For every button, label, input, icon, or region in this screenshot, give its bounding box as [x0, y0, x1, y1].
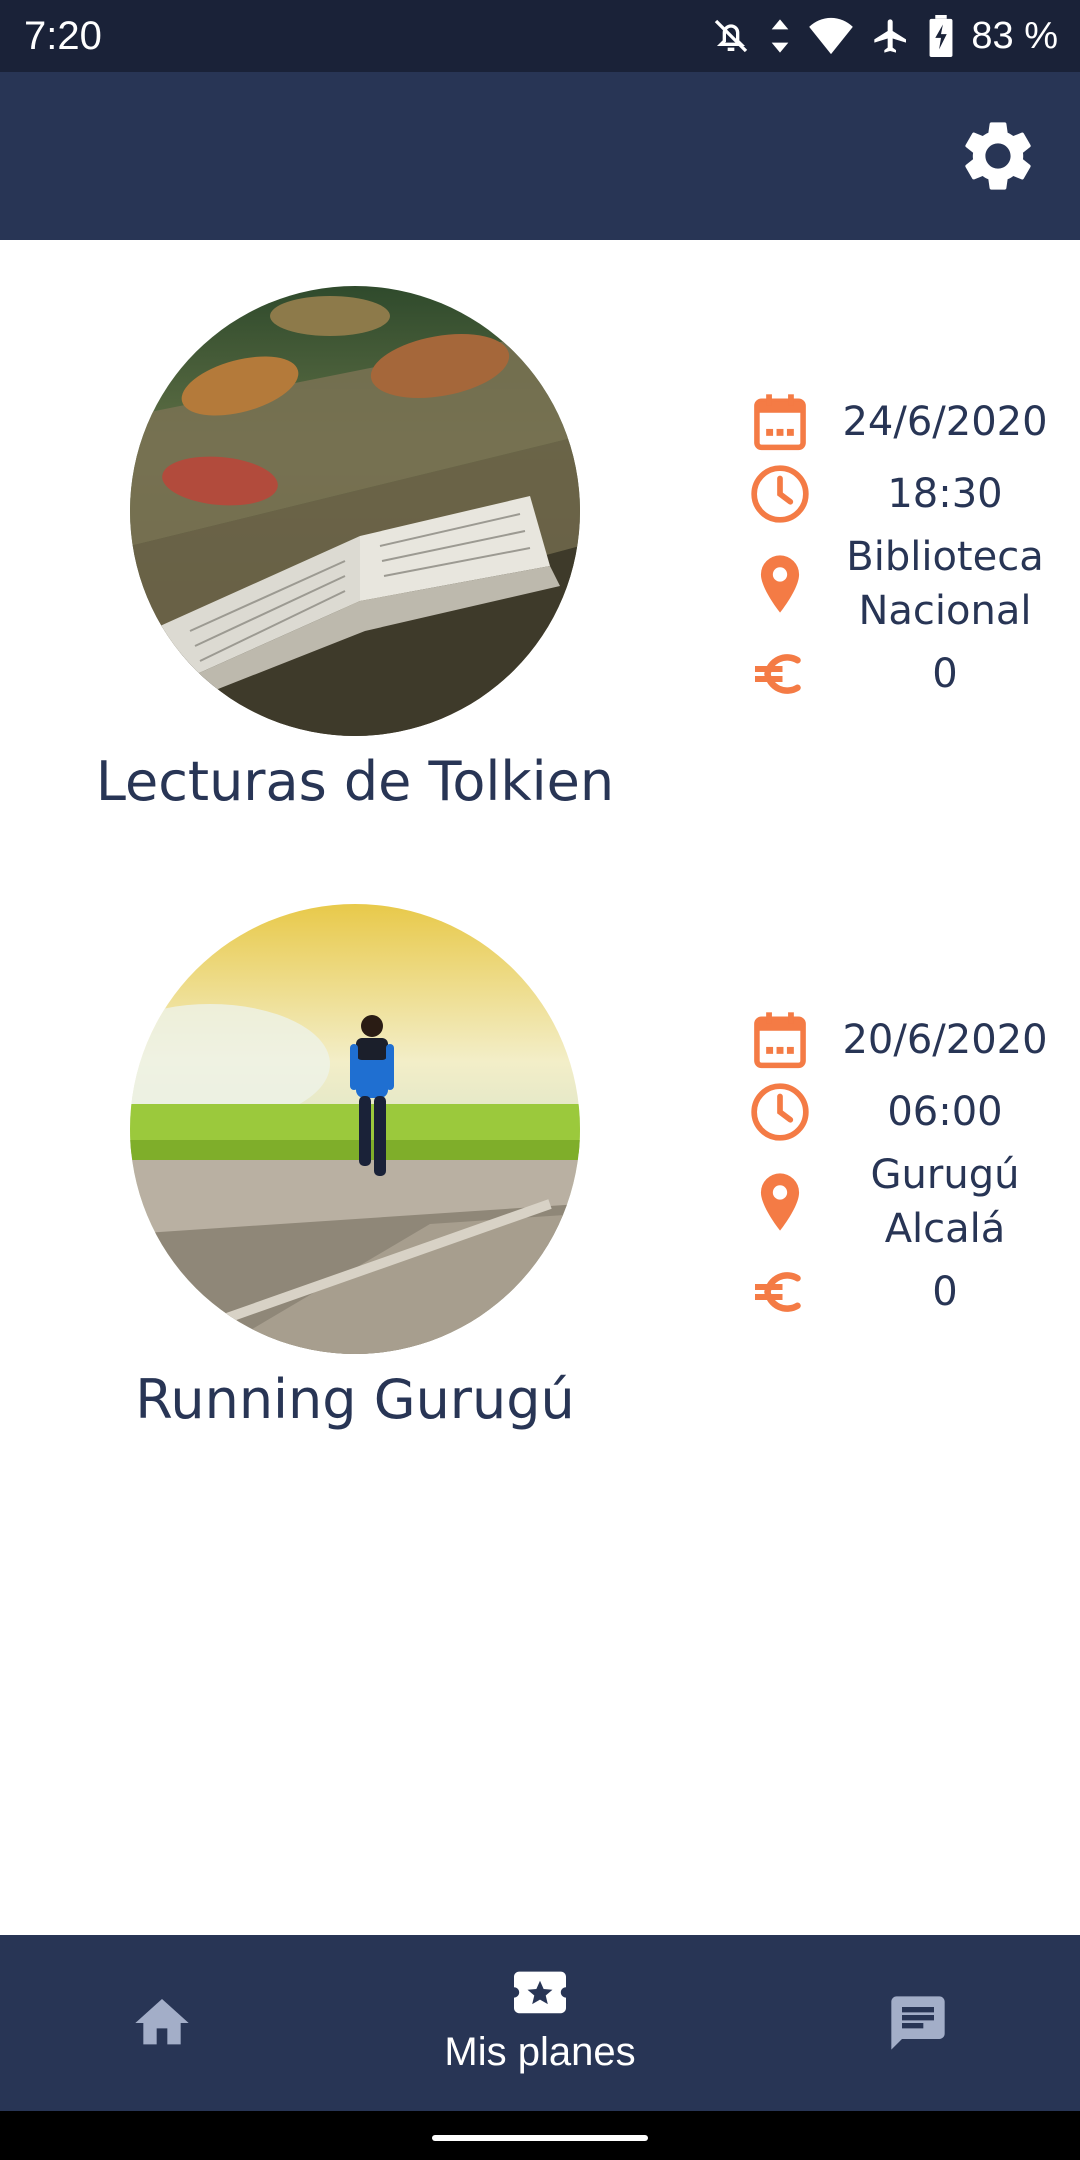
location-pin-icon — [740, 1166, 820, 1238]
nav-mis-planes[interactable]: Mis planes — [400, 1935, 680, 2111]
open-book-on-table-photo — [130, 286, 580, 736]
plan-info: 24/6/2020 18:30 Biblioteca Nacional 0 — [740, 386, 1070, 710]
plan-date: 24/6/2020 — [842, 399, 1048, 445]
plan-time: 06:00 — [887, 1089, 1003, 1135]
nav-chat[interactable] — [836, 1935, 1000, 2111]
status-icons: 83 % — [711, 10, 1058, 62]
plan-price: 0 — [932, 651, 958, 697]
plans-screen: 7:20 83 % Lecturas de Tolkien 24/6/2020 … — [0, 0, 1080, 2160]
ticket-star-icon — [514, 1971, 566, 2014]
clock-icon — [740, 1076, 820, 1148]
notifications-off-icon — [715, 19, 748, 53]
plan-time: 18:30 — [887, 471, 1003, 517]
status-bar: 7:20 83 % — [0, 0, 1080, 72]
data-arrows-icon — [772, 19, 789, 53]
home-icon — [135, 1999, 189, 2045]
plan-card[interactable]: Running Gurugú 20/6/2020 06:00 Gurugú Al… — [0, 904, 1080, 1464]
euro-icon — [740, 638, 820, 710]
nav-home[interactable] — [80, 1935, 244, 2111]
battery-percentage: 83 % — [971, 15, 1058, 57]
plan-price-row: 0 — [740, 638, 1070, 710]
home-gesture-handle[interactable] — [432, 2135, 648, 2141]
nav-label: Mis planes — [444, 2030, 636, 2074]
status-time: 7:20 — [24, 14, 102, 58]
plan-time-row: 18:30 — [740, 458, 1070, 530]
app-bar — [0, 72, 1080, 240]
plan-date-row: 24/6/2020 — [740, 386, 1070, 458]
gesture-bar — [0, 2111, 1080, 2160]
plan-place: Gurugú Alcalá — [870, 1152, 1020, 1252]
plan-date-row: 20/6/2020 — [740, 1004, 1070, 1076]
plan-card[interactable]: Lecturas de Tolkien 24/6/2020 18:30 Bibl… — [0, 286, 1080, 846]
plan-place: Biblioteca Nacional — [846, 534, 1044, 634]
runner-on-road-photo — [130, 904, 580, 1354]
calendar-icon — [740, 386, 820, 458]
plan-price-row: 0 — [740, 1256, 1070, 1328]
bottom-navigation: Mis planes — [0, 1935, 1080, 2111]
plan-title: Running Gurugú — [135, 1368, 575, 1431]
settings-button[interactable] — [956, 114, 1040, 198]
clock-icon — [740, 458, 820, 530]
airplane-icon — [874, 19, 907, 53]
plan-time-row: 06:00 — [740, 1076, 1070, 1148]
chat-icon — [891, 1996, 945, 2050]
euro-icon — [740, 1256, 820, 1328]
plan-date: 20/6/2020 — [842, 1017, 1048, 1063]
battery-charging-icon — [929, 15, 953, 57]
wifi-icon — [809, 17, 854, 55]
gear-icon — [965, 122, 1031, 190]
calendar-icon — [740, 1004, 820, 1076]
location-pin-icon — [740, 548, 820, 620]
plan-info: 20/6/2020 06:00 Gurugú Alcalá 0 — [740, 1004, 1070, 1328]
plan-price: 0 — [932, 1269, 958, 1315]
plan-place-row: Gurugú Alcalá — [740, 1148, 1070, 1256]
plan-title: Lecturas de Tolkien — [95, 750, 615, 813]
plan-place-row: Biblioteca Nacional — [740, 530, 1070, 638]
